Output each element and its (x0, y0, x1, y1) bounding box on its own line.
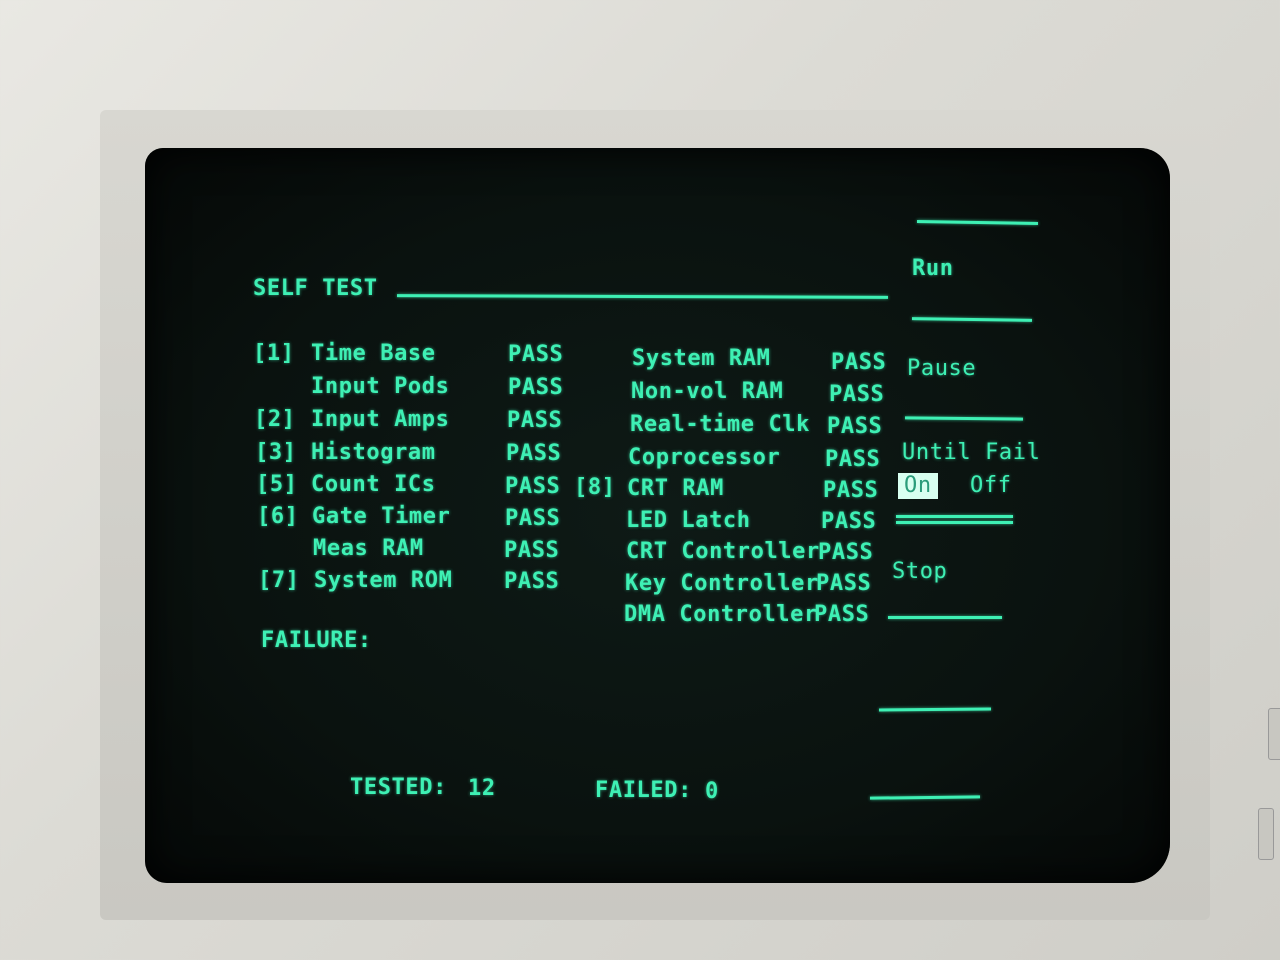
test-key: [8] (574, 475, 616, 500)
test-result: PASS (506, 441, 562, 466)
test-result: PASS (507, 408, 563, 433)
test-result: PASS (508, 375, 564, 400)
test-result: PASS (818, 540, 874, 565)
test-key: [3] (255, 440, 297, 465)
test-name: Input Amps (311, 407, 450, 432)
tested-count: 12 (468, 776, 496, 801)
test-result: PASS (821, 509, 877, 534)
test-name: CRT Controller (626, 539, 820, 564)
test-key: [7] (258, 568, 300, 593)
until-fail-off-option[interactable]: Off (970, 473, 1012, 499)
failed-label: FAILED: (595, 778, 692, 803)
failure-label: FAILURE: (261, 628, 372, 653)
test-name: Input Pods (311, 374, 450, 399)
test-name: Key Controller (625, 571, 819, 596)
run-softkey[interactable]: Run (912, 256, 954, 282)
test-name: System ROM (314, 568, 453, 593)
softkey-divider (896, 521, 1013, 524)
test-name: Meas RAM (313, 536, 424, 561)
test-result: PASS (505, 474, 561, 499)
stop-softkey[interactable]: Stop (892, 559, 947, 585)
test-result: PASS (504, 538, 560, 563)
test-result: PASS (827, 414, 883, 439)
test-result: PASS (508, 342, 564, 367)
test-result: PASS (816, 571, 872, 596)
test-result: PASS (825, 447, 881, 472)
test-result: PASS (505, 506, 561, 531)
test-name: Gate Timer (312, 504, 451, 529)
until-fail-on-option[interactable]: On (898, 473, 938, 499)
bezel-button[interactable] (1258, 808, 1274, 860)
page-title: SELF TEST (253, 276, 378, 301)
tested-label: TESTED: (350, 775, 447, 800)
test-name: Coprocessor (628, 445, 781, 470)
test-key: [2] (254, 407, 296, 432)
failed-count: 0 (705, 779, 719, 804)
test-name: DMA Controller (624, 602, 818, 627)
pause-softkey[interactable]: Pause (907, 356, 976, 382)
test-name: Histogram (311, 440, 436, 465)
until-fail-label: Until Fail (902, 440, 1041, 465)
softkey-divider (896, 515, 1013, 518)
test-result: PASS (814, 602, 870, 627)
test-name: Real-time Clk (630, 412, 810, 437)
test-name: LED Latch (626, 508, 751, 533)
test-result: PASS (823, 478, 879, 503)
test-name: System RAM (632, 346, 771, 371)
test-name: Count ICs (311, 472, 436, 497)
bezel-button[interactable] (1268, 708, 1280, 760)
test-key: [5] (256, 472, 298, 497)
test-name: Non-vol RAM (631, 379, 784, 404)
test-key: [1] (253, 341, 295, 366)
test-name: Time Base (311, 341, 436, 366)
test-name: CRT RAM (627, 476, 724, 501)
softkey-divider (888, 616, 1002, 619)
test-result: PASS (829, 382, 885, 407)
test-result: PASS (831, 350, 887, 375)
test-result: PASS (504, 569, 560, 594)
test-key: [6] (257, 504, 299, 529)
